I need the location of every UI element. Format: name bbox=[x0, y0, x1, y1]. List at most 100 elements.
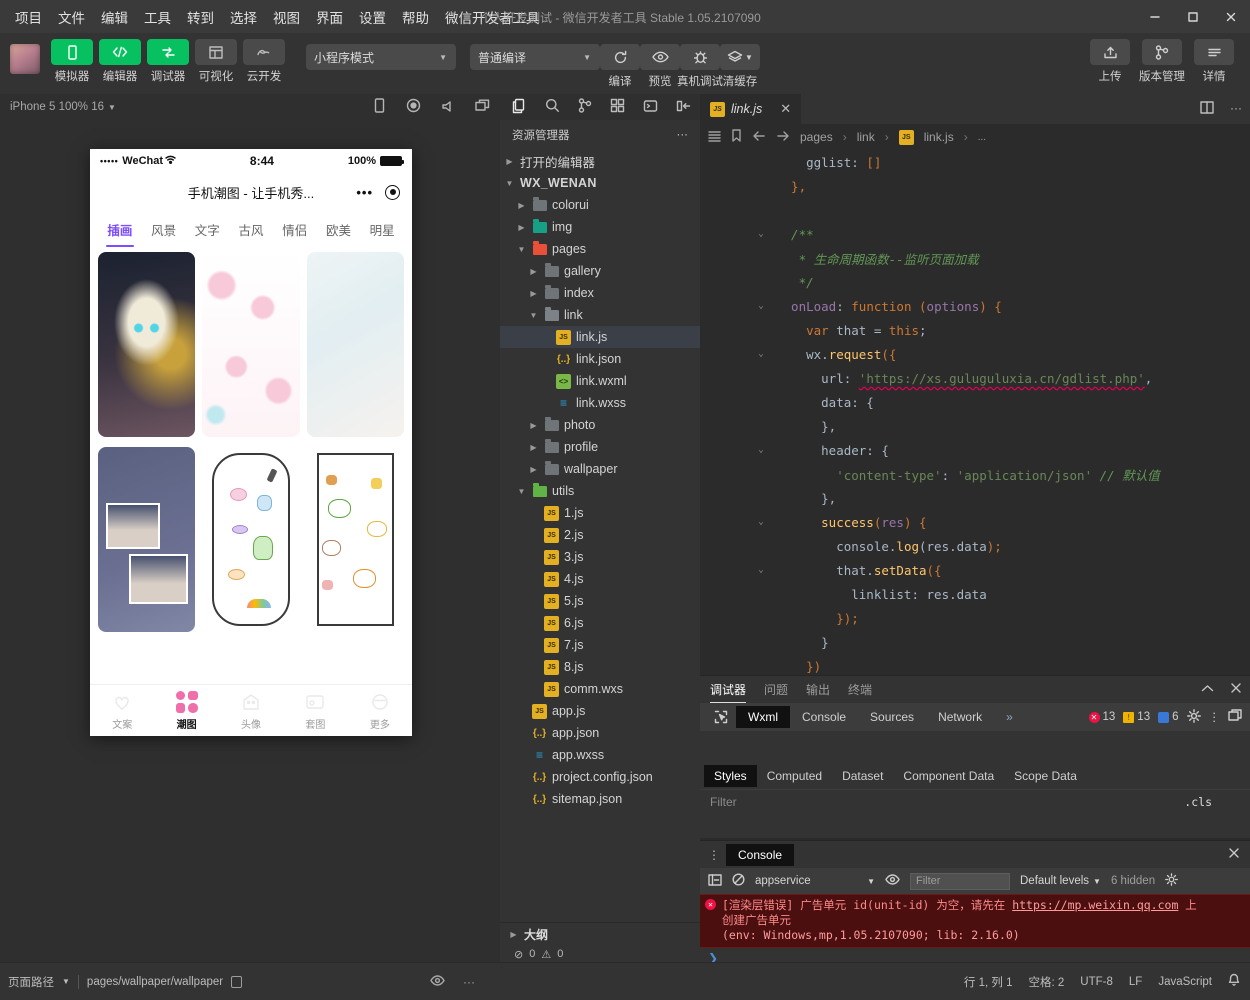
chevron-right-icon[interactable]: ▶ bbox=[516, 223, 527, 232]
files-icon[interactable] bbox=[512, 98, 527, 117]
phone-bottom-tab-2[interactable]: 头像 bbox=[219, 685, 283, 736]
extensions-icon[interactable] bbox=[610, 98, 625, 116]
pink-pattern-illustration[interactable] bbox=[202, 252, 300, 437]
outline-icon[interactable] bbox=[708, 130, 721, 145]
cls-button[interactable]: .cls bbox=[1184, 795, 1212, 809]
tree-item-3.js[interactable]: JS 3.js bbox=[500, 546, 700, 568]
tree-item-img[interactable]: ▶ img bbox=[500, 216, 700, 238]
toolbar-right-1[interactable]: 版本管理 bbox=[1136, 39, 1188, 84]
console-filter-input[interactable]: Filter bbox=[910, 872, 1010, 890]
menu-item-3[interactable]: 工具 bbox=[137, 3, 178, 31]
rotate-icon[interactable] bbox=[373, 98, 386, 116]
fold-toggle[interactable]: ⌄ bbox=[752, 301, 770, 311]
kebab-icon[interactable]: ⋮ bbox=[1209, 710, 1221, 724]
tree-item-7.js[interactable]: JS 7.js bbox=[500, 634, 700, 656]
fold-toggle[interactable]: ⌄ bbox=[752, 445, 770, 455]
tree-item-utils[interactable]: ▼ utils bbox=[500, 480, 700, 502]
menu-item-0[interactable]: 项目 bbox=[8, 3, 49, 31]
console-context-select[interactable]: appservice ▼ bbox=[755, 875, 875, 887]
minimize-icon[interactable] bbox=[1136, 0, 1174, 34]
phone-bottom-tab-0[interactable]: 文案 bbox=[90, 685, 154, 736]
more-icon[interactable]: ··· bbox=[1230, 101, 1242, 117]
toolbar-right-0[interactable]: 上传 bbox=[1084, 39, 1136, 84]
phone-bottom-tab-1[interactable]: 潮图 bbox=[154, 685, 218, 736]
menu-item-6[interactable]: 视图 bbox=[266, 3, 307, 31]
style-tab-3[interactable]: Component Data bbox=[893, 765, 1004, 787]
menu-item-7[interactable]: 界面 bbox=[309, 3, 350, 31]
phone-tab-3[interactable]: 古风 bbox=[229, 220, 273, 247]
status-item-3[interactable]: LF bbox=[1129, 976, 1142, 988]
toolbar-action-3[interactable]: ▼ 清缓存 bbox=[720, 44, 760, 89]
tree-item-wallpaper[interactable]: ▶ wallpaper bbox=[500, 458, 700, 480]
chevron-right-icon[interactable]: ▶ bbox=[504, 157, 515, 166]
styles-filter-row[interactable]: Filter .cls bbox=[700, 789, 1250, 813]
fold-toggle[interactable]: ⌄ bbox=[752, 349, 770, 359]
console-error-message[interactable]: ✕ [渲染层错误] 广告单元 id(unit-id) 为空，请先在 https:… bbox=[700, 894, 1250, 948]
close-icon[interactable] bbox=[1228, 847, 1240, 862]
devtools-tab-network[interactable]: Network bbox=[926, 706, 994, 728]
warning-count-badge[interactable]: ! 13 bbox=[1123, 711, 1150, 723]
status-item-0[interactable]: 行 1, 列 1 bbox=[964, 974, 1013, 990]
devtools-tab-wxml[interactable]: Wxml bbox=[736, 706, 790, 728]
toolbar-action-0[interactable]: 编译 bbox=[600, 44, 640, 89]
debugger-panel-tab-0[interactable]: 调试器 bbox=[710, 676, 747, 703]
anime-girl-illustration[interactable] bbox=[98, 252, 196, 437]
tree-item-link.wxml[interactable]: <> link.wxml bbox=[500, 370, 700, 392]
tree-item-comm.wxs[interactable]: JS comm.wxs bbox=[500, 678, 700, 700]
tree-item-6.js[interactable]: JS 6.js bbox=[500, 612, 700, 634]
devtools-tab-console[interactable]: Console bbox=[790, 706, 858, 728]
tree-item-link.wxss[interactable]: ≡ link.wxss bbox=[500, 392, 700, 414]
status-item-4[interactable]: JavaScript bbox=[1158, 976, 1212, 988]
back-arrow-icon[interactable] bbox=[752, 130, 766, 145]
more-icon[interactable]: ··· bbox=[463, 975, 475, 989]
record-icon[interactable] bbox=[406, 98, 421, 116]
bookmark-icon[interactable] bbox=[731, 129, 742, 145]
tree-item-5.js[interactable]: JS 5.js bbox=[500, 590, 700, 612]
close-icon[interactable] bbox=[1212, 0, 1250, 34]
toolbar-button-3[interactable]: 可视化 bbox=[192, 39, 240, 84]
chevron-right-icon[interactable]: ▶ bbox=[516, 201, 527, 210]
volume-icon[interactable] bbox=[441, 99, 455, 116]
tree-item-wx_wenan[interactable]: ▼ WX_WENAN bbox=[500, 172, 700, 194]
tree-item-profile[interactable]: ▶ profile bbox=[500, 436, 700, 458]
more-icon[interactable]: ··· bbox=[677, 129, 689, 141]
menu-item-2[interactable]: 编辑 bbox=[94, 3, 135, 31]
toolbar-action-1[interactable]: 预览 bbox=[640, 44, 680, 89]
console-tab[interactable]: Console bbox=[726, 843, 795, 866]
phone-tab-4[interactable]: 情侣 bbox=[273, 220, 317, 247]
style-tab-1[interactable]: Computed bbox=[757, 765, 832, 787]
fold-toggle[interactable]: ⌄ bbox=[752, 517, 770, 527]
chevron-down-icon[interactable]: ▼ bbox=[504, 179, 515, 188]
chevron-right-icon[interactable]: ▶ bbox=[528, 421, 539, 430]
tree-item-link.json[interactable]: {..} link.json bbox=[500, 348, 700, 370]
gear-icon[interactable] bbox=[1186, 708, 1201, 726]
window-icon[interactable] bbox=[475, 99, 490, 116]
page-path-label[interactable]: 页面路径 bbox=[8, 974, 54, 990]
tree-item-gallery[interactable]: ▶ gallery bbox=[500, 260, 700, 282]
tree-item-8.js[interactable]: JS 8.js bbox=[500, 656, 700, 678]
toolbar-button-1[interactable]: 编辑器 bbox=[96, 39, 144, 84]
menu-item-8[interactable]: 设置 bbox=[352, 3, 393, 31]
photo-collage-wallpaper[interactable] bbox=[98, 447, 196, 632]
tree-item-colorui[interactable]: ▶ colorui bbox=[500, 194, 700, 216]
cat-frog-stickers-wallpaper[interactable] bbox=[306, 447, 404, 632]
menu-item-1[interactable]: 文件 bbox=[51, 3, 92, 31]
phone-tab-2[interactable]: 文字 bbox=[185, 220, 229, 247]
status-item-2[interactable]: UTF-8 bbox=[1080, 976, 1113, 988]
breadcrumb-link[interactable]: link bbox=[857, 130, 875, 144]
pastel-gradient-illustration[interactable] bbox=[306, 252, 404, 437]
phone-tab-1[interactable]: 风景 bbox=[142, 220, 186, 247]
search-icon[interactable] bbox=[545, 98, 560, 116]
source-control-icon[interactable] bbox=[578, 98, 592, 116]
compile-select[interactable]: 普通编译 ▼ bbox=[470, 44, 600, 70]
tree-item-1.js[interactable]: JS 1.js bbox=[500, 502, 700, 524]
close-icon[interactable] bbox=[1230, 682, 1242, 697]
gear-icon[interactable] bbox=[1165, 873, 1179, 889]
toolbar-action-2[interactable]: 真机调试 bbox=[677, 44, 723, 89]
phone-tab-5[interactable]: 欧美 bbox=[317, 220, 361, 247]
devtools-overflow[interactable]: » bbox=[994, 706, 1025, 728]
status-item-1[interactable]: 空格: 2 bbox=[1029, 974, 1065, 990]
close-icon[interactable]: ✕ bbox=[780, 101, 791, 117]
menu-item-9[interactable]: 帮助 bbox=[395, 3, 436, 31]
chevron-right-icon[interactable]: ▶ bbox=[528, 289, 539, 298]
